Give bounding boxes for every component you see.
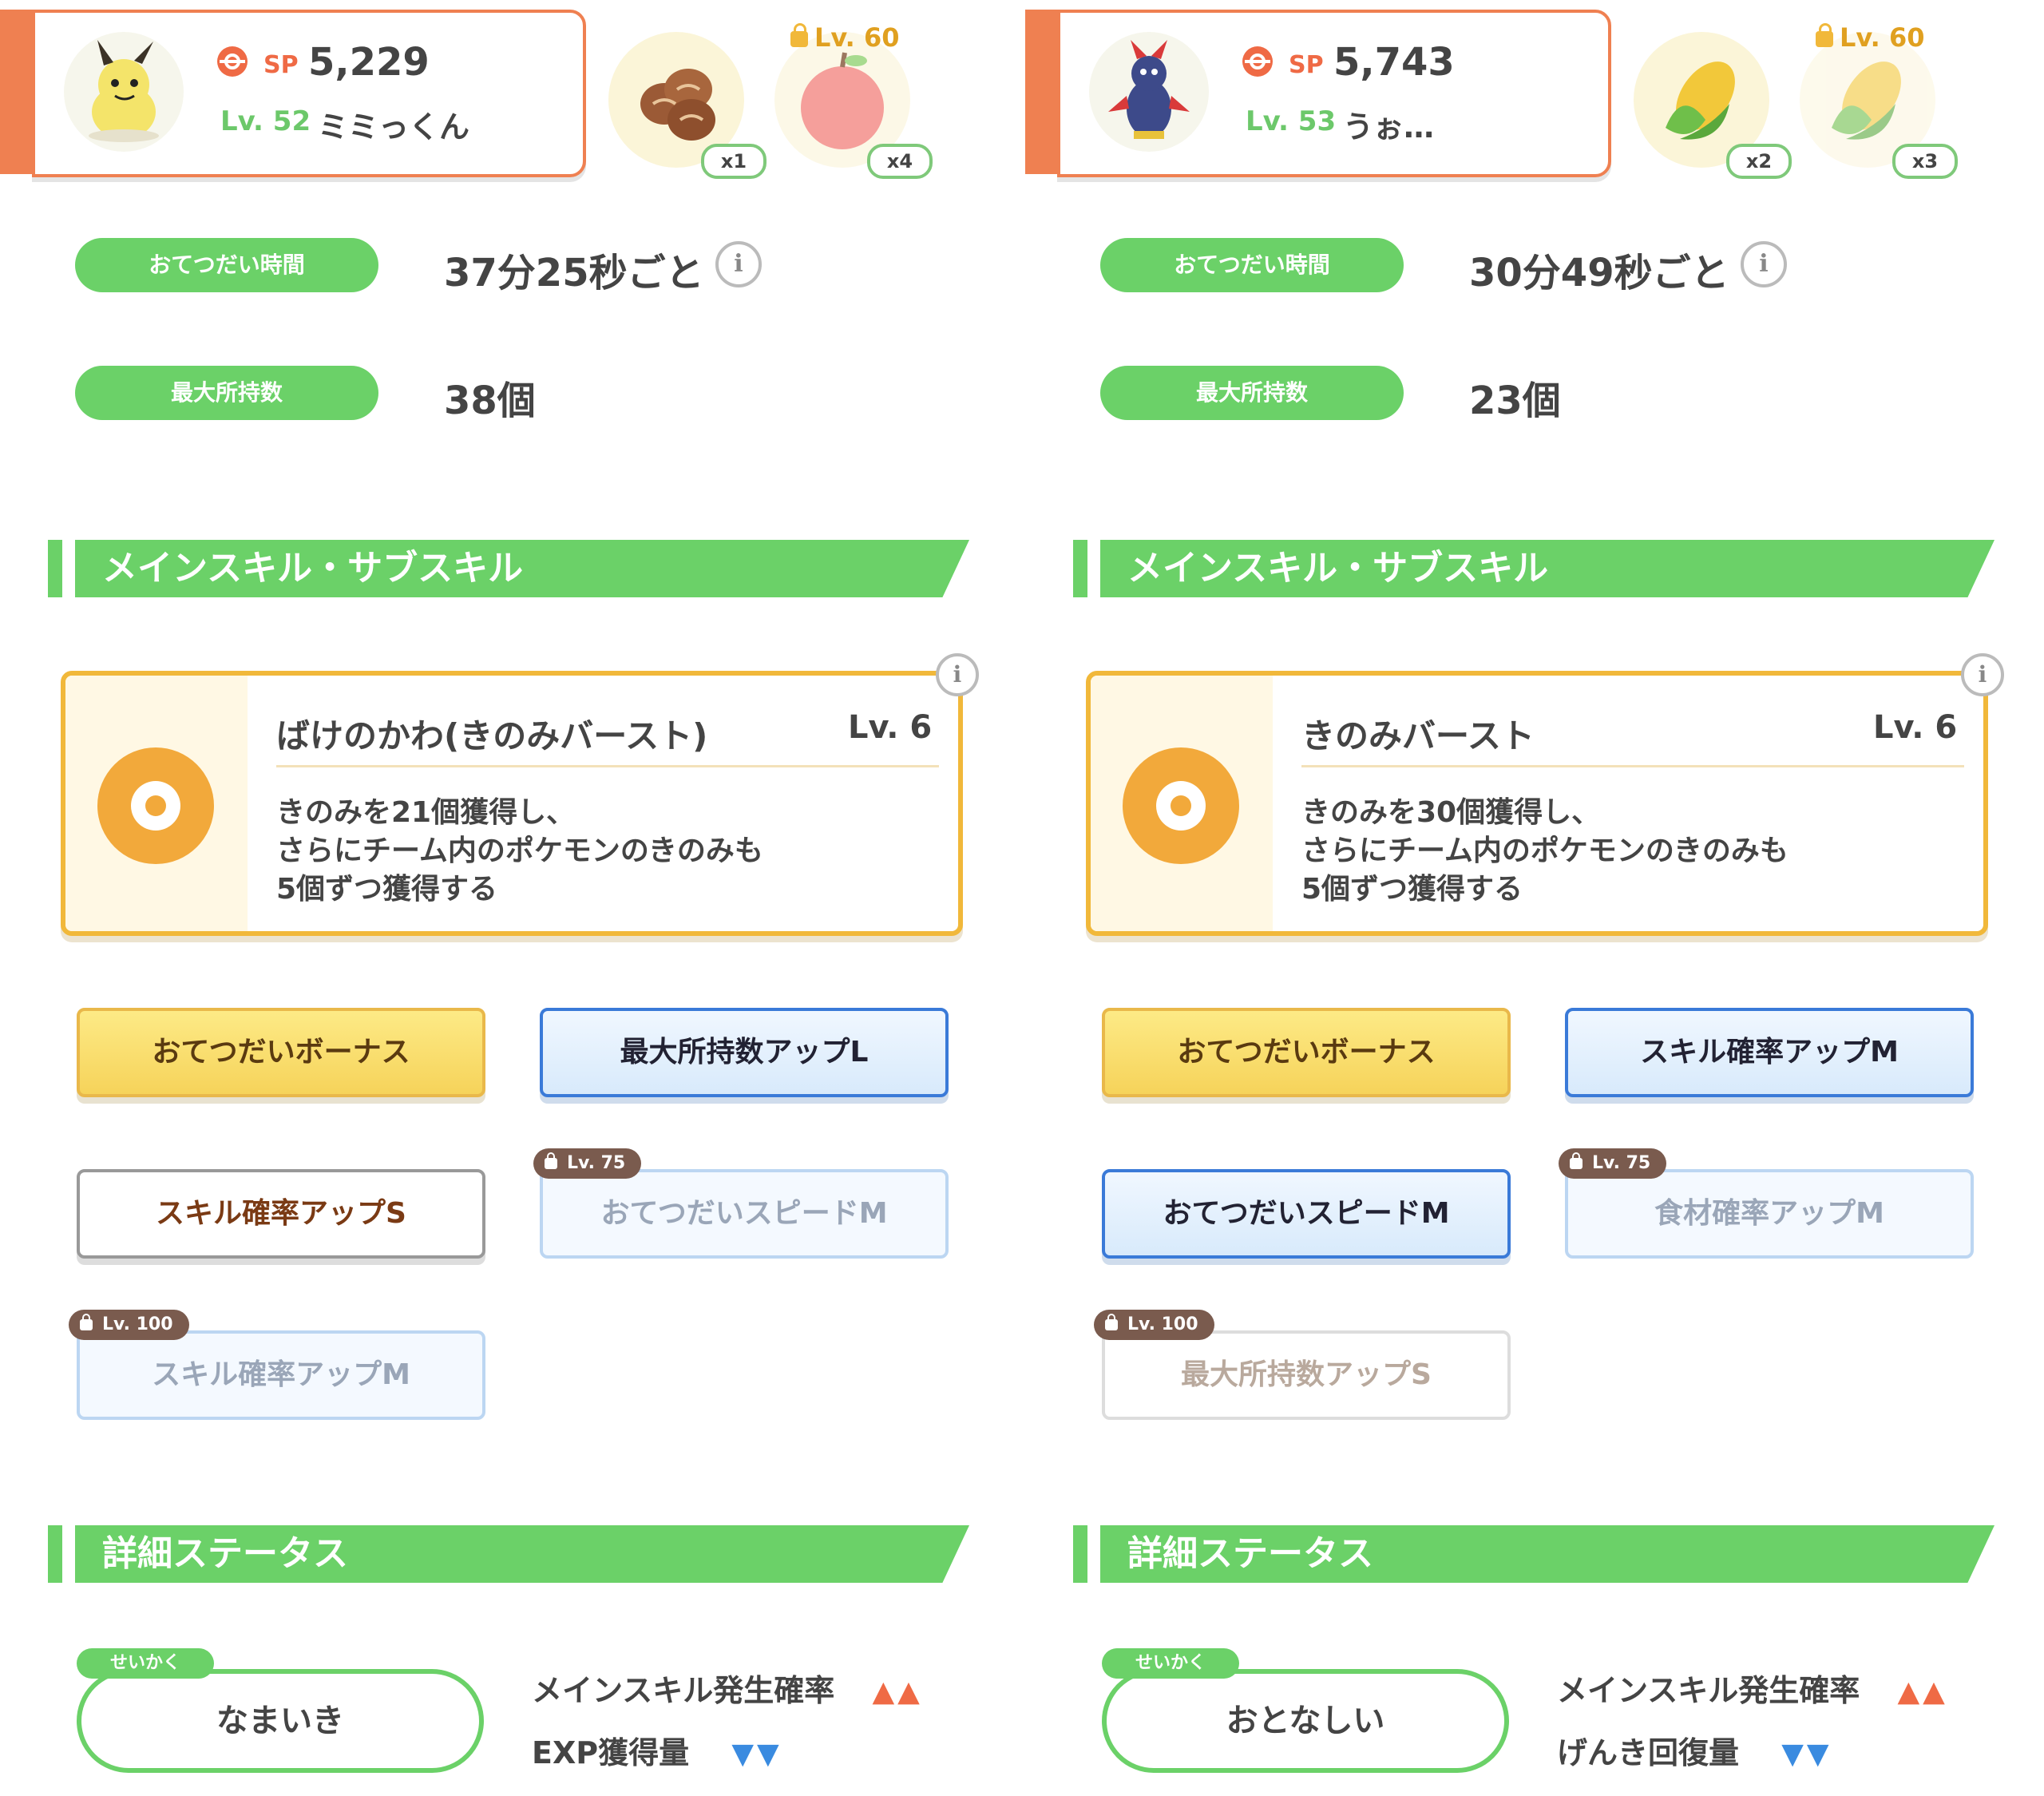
- section-header-marker: [48, 1525, 62, 1583]
- lock-icon: [545, 1152, 557, 1169]
- berry-burst-icon: [97, 747, 214, 864]
- lock-icon: [1105, 1314, 1118, 1330]
- nature-tag: せいかく: [1102, 1648, 1239, 1679]
- main-skill-name: きのみバースト: [1301, 716, 1535, 755]
- pokemon-level: Lv. 52: [220, 105, 311, 137]
- lock-level-text: Lv. 75: [567, 1153, 626, 1173]
- ingredient-lock-label: Lv. 60: [1816, 22, 1924, 53]
- sp-label: SP: [263, 51, 299, 79]
- info-icon[interactable]: i: [715, 241, 762, 287]
- max-carry-label: 最大所持数: [75, 366, 378, 420]
- subskill-button[interactable]: おてつだいボーナス: [1102, 1008, 1511, 1097]
- sp-label: SP: [1289, 51, 1324, 79]
- pokemon-level: Lv. 53: [1246, 105, 1337, 137]
- section-header-marker: [48, 540, 62, 597]
- main-skill-name: ばけのかわ(きのみバースト): [276, 716, 708, 755]
- divider: [276, 765, 939, 767]
- lock-icon: [790, 23, 808, 47]
- pokemon-nickname: うぉ…: [1343, 109, 1435, 145]
- nature-tag: せいかく: [77, 1648, 214, 1679]
- nature-effect-label: げんき回復量: [1557, 1735, 1740, 1770]
- nature-effect-up: メインスキル発生確率 ▲▲: [532, 1666, 923, 1710]
- subskill-button[interactable]: おてつだいスピードM: [1102, 1169, 1511, 1259]
- main-skill-level: Lv. 6: [848, 709, 933, 746]
- ingredient-lock-label: Lv. 60: [790, 22, 899, 53]
- divider: [1301, 765, 1964, 767]
- subskill-button[interactable]: 最大所持数アップL: [540, 1008, 949, 1097]
- mimikyu-avatar-icon: [64, 32, 184, 152]
- sp-pokeball-icon: [1242, 46, 1273, 77]
- main-skill-description: きのみを30個獲得し、 さらにチーム内のポケモンのきのみも 5個ずつ獲得する: [1301, 796, 1788, 906]
- subskill-button[interactable]: おてつだいボーナス: [77, 1008, 485, 1097]
- lock-level-text: Lv. 100: [1127, 1314, 1198, 1334]
- nature-effect-down: げんき回復量 ▼▼: [1557, 1728, 1832, 1772]
- ingredient-count-badge: x4: [867, 144, 933, 179]
- help-time-label: おてつだい時間: [1100, 238, 1404, 292]
- up-arrows-icon: ▲▲: [872, 1675, 923, 1708]
- details-section-header: 詳細ステータス: [1100, 1525, 1994, 1583]
- lock-level-tag: Lv. 100: [69, 1310, 189, 1340]
- section-header-marker: [1073, 540, 1087, 597]
- sp-value: 5,229: [308, 40, 430, 85]
- ingredient-count-badge: x2: [1726, 144, 1792, 179]
- skills-section-header: メインスキル・サブスキル: [1100, 540, 1994, 597]
- ingredient-lock-level: Lv. 60: [1840, 22, 1925, 53]
- details-section-header: 詳細ステータス: [75, 1525, 969, 1583]
- nature-effect-up: メインスキル発生確率 ▲▲: [1557, 1666, 1948, 1710]
- lock-level-text: Lv. 75: [1592, 1153, 1651, 1173]
- nature-effect-label: EXP獲得量: [532, 1735, 690, 1770]
- subskill-locked-button[interactable]: 最大所持数アップS: [1102, 1330, 1511, 1420]
- main-skill-description: きのみを21個獲得し、 さらにチーム内のポケモンのきのみも 5個ずつ獲得する: [276, 796, 763, 906]
- subskill-button[interactable]: スキル確率アップM: [1565, 1008, 1974, 1097]
- pokemon-panel-left: SP 5,229 Lv. 52 ミミっくん x1 Lv. 60 x4 おてつだい…: [0, 0, 1014, 1796]
- nature-effect-label: メインスキル発生確率: [532, 1673, 835, 1708]
- berry-burst-icon: [1123, 747, 1239, 864]
- help-time-value: 37分25秒ごと: [444, 251, 704, 295]
- skill-info-icon[interactable]: i: [1961, 653, 2004, 696]
- subskill-button[interactable]: スキル確率アップS: [77, 1169, 485, 1259]
- lock-icon: [1816, 23, 1833, 47]
- main-skill-card[interactable]: ばけのかわ(きのみバースト) Lv. 6 きのみを21個獲得し、 さらにチーム内…: [61, 671, 963, 936]
- lock-level-tag: Lv. 75: [1559, 1148, 1667, 1179]
- pokemon-panel-right: SP 5,743 Lv. 53 うぉ… x2 Lv. 60 x3 おてつだい時間…: [1025, 0, 2039, 1796]
- skills-section-header: メインスキル・サブスキル: [75, 540, 969, 597]
- down-arrows-icon: ▼▼: [1781, 1738, 1832, 1770]
- nature-box[interactable]: なまいき: [77, 1669, 484, 1773]
- nature-effect-label: メインスキル発生確率: [1557, 1673, 1860, 1708]
- pawmot-avatar-icon: [1089, 32, 1209, 152]
- comparison-page: SP 5,229 Lv. 52 ミミっくん x1 Lv. 60 x4 おてつだい…: [0, 0, 2044, 1796]
- up-arrows-icon: ▲▲: [1897, 1675, 1948, 1708]
- main-skill-level: Lv. 6: [1873, 709, 1958, 746]
- lock-level-tag: Lv. 100: [1094, 1310, 1214, 1340]
- lock-icon: [80, 1314, 93, 1330]
- subskill-locked-button[interactable]: 食材確率アップM: [1565, 1169, 1974, 1259]
- max-carry-value: 38個: [444, 379, 536, 423]
- lock-level-tag: Lv. 75: [533, 1148, 642, 1179]
- nature-box[interactable]: おとなしい: [1102, 1669, 1509, 1773]
- lock-level-text: Lv. 100: [102, 1314, 173, 1334]
- ingredient-lock-level: Lv. 60: [814, 22, 900, 53]
- nature-effect-down: EXP獲得量 ▼▼: [532, 1728, 782, 1772]
- skill-info-icon[interactable]: i: [936, 653, 979, 696]
- down-arrows-icon: ▼▼: [731, 1738, 782, 1770]
- max-carry-label: 最大所持数: [1100, 366, 1404, 420]
- ingredient-count-badge: x3: [1892, 144, 1958, 179]
- help-time-label: おてつだい時間: [75, 238, 378, 292]
- section-header-marker: [1073, 1525, 1087, 1583]
- info-icon[interactable]: i: [1741, 241, 1787, 287]
- subskill-locked-button[interactable]: おてつだいスピードM: [540, 1169, 949, 1259]
- pokemon-nickname: ミミっくん: [318, 109, 470, 145]
- help-time-value: 30分49秒ごと: [1469, 251, 1729, 295]
- lock-icon: [1570, 1152, 1583, 1169]
- ingredient-count-badge: x1: [701, 144, 766, 179]
- sp-value: 5,743: [1333, 40, 1455, 85]
- subskill-locked-button[interactable]: スキル確率アップM: [77, 1330, 485, 1420]
- main-skill-card[interactable]: きのみバースト Lv. 6 きのみを30個獲得し、 さらにチーム内のポケモンのき…: [1086, 671, 1988, 936]
- sp-pokeball-icon: [217, 46, 248, 77]
- max-carry-value: 23個: [1469, 379, 1561, 423]
